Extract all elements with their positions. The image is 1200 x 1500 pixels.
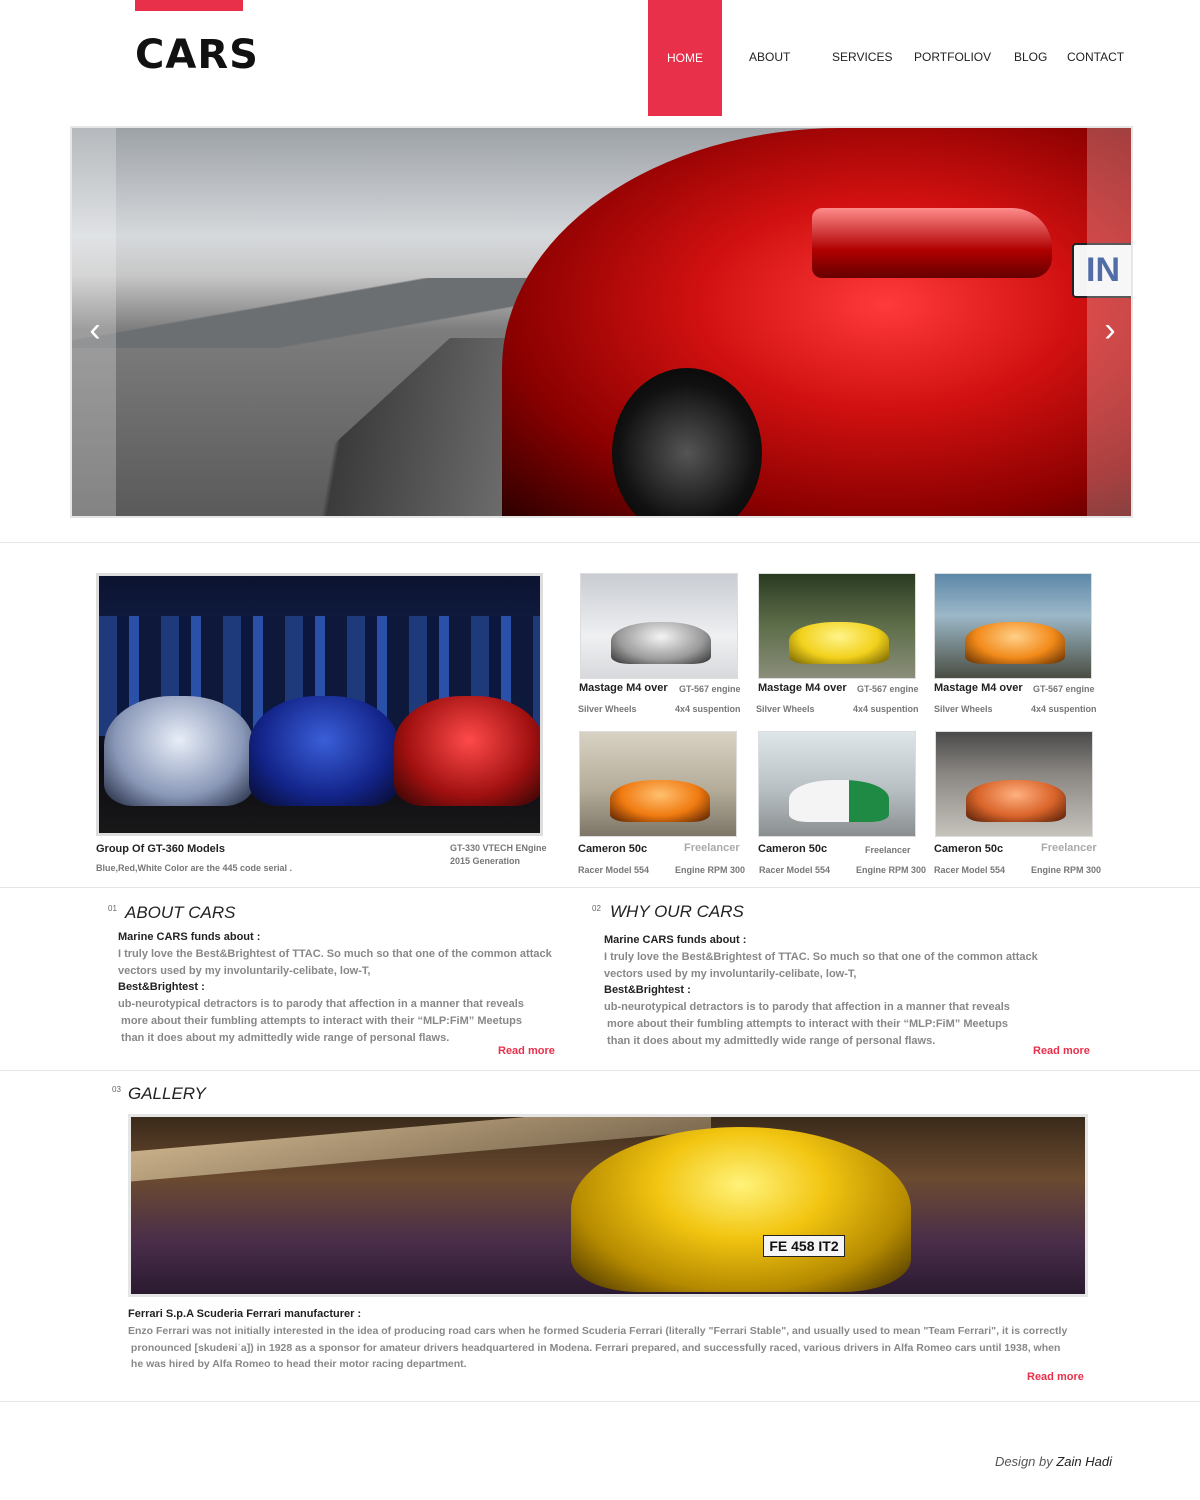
feature-red-car	[394, 696, 540, 806]
hero-slider: IN ‹ ›	[70, 126, 1133, 518]
thumb-suspension: 4x4 suspention	[853, 704, 919, 714]
car-body	[966, 780, 1066, 822]
car-body	[611, 622, 711, 664]
thumb-rpm: Engine RPM 300	[675, 865, 746, 875]
about-line: ub-neurotypical detractors is to parody …	[118, 998, 524, 1010]
feature-blue-car	[249, 696, 399, 806]
thumb-suspension: 4x4 suspention	[1031, 704, 1097, 714]
thumb-model: Racer Model 554	[759, 865, 831, 875]
nav-blog[interactable]: BLOG	[1014, 50, 1047, 64]
gallery-license-plate: FE 458 IT2	[763, 1235, 845, 1257]
thumb-spec: GT-567 engine	[1033, 684, 1095, 694]
why-line: than it does about my admittedly wide ra…	[604, 1035, 936, 1047]
main-nav: HOME ABOUT SERVICES PORTFOLIOV BLOG CONT…	[648, 0, 1128, 116]
footer-prefix: Design by	[994, 1454, 1057, 1469]
gallery-read-more-link[interactable]: Read more	[1027, 1371, 1084, 1383]
logo[interactable]: CARS	[135, 32, 259, 78]
thumb-title: Cameron 50c	[934, 843, 1004, 855]
thumb-role: Freelancer	[1041, 842, 1097, 854]
about-line: than it does about my admittedly wide ra…	[118, 1032, 450, 1044]
thumb-role: Freelancer	[865, 845, 911, 855]
thumb-spec: GT-567 engine	[679, 684, 741, 694]
feature-generation: 2015 Generation	[450, 856, 521, 866]
footer-author[interactable]: Zain Hadi	[1056, 1454, 1112, 1469]
logo-accent-bar	[135, 0, 243, 11]
car-body	[789, 780, 889, 822]
thumb-suspension: 4x4 suspention	[675, 704, 741, 714]
about-line: vectors used by my involuntarily-celibat…	[118, 965, 371, 977]
thumb-card[interactable]	[758, 731, 916, 837]
thumb-title: Mastage M4 over	[579, 682, 668, 694]
nav-portfolio[interactable]: PORTFOLIOV	[914, 50, 991, 64]
car-body	[965, 622, 1065, 664]
divider	[0, 1401, 1200, 1402]
thumb-title: Cameron 50c	[578, 843, 648, 855]
gallery-yellow-car	[571, 1127, 911, 1292]
thumb-wheels: Silver Wheels	[756, 704, 815, 714]
feature-image[interactable]	[96, 573, 543, 836]
gallery-image[interactable]: FE 458 IT2	[128, 1114, 1088, 1297]
thumb-model: Racer Model 554	[578, 865, 650, 875]
thumb-title: Cameron 50c	[758, 843, 828, 855]
section-number: 02	[592, 904, 601, 913]
slider-prev-arrow-icon[interactable]: ‹	[78, 313, 112, 347]
gallery-line: pronounced [skudeʀiˈa]) in 1928 as a spo…	[128, 1342, 1061, 1354]
why-heading: Marine CARS funds about :	[604, 934, 747, 946]
thumb-card[interactable]	[580, 573, 738, 679]
thumb-card[interactable]	[935, 731, 1093, 837]
footer-credit: Design by Zain Hadi	[995, 1454, 1112, 1469]
why-line: I truly love the Best&Brightest of TTAC.…	[604, 951, 1038, 963]
nav-contact[interactable]: CONTACT	[1067, 50, 1124, 64]
why-read-more-link[interactable]: Read more	[1033, 1045, 1090, 1057]
gallery-heading: Ferrari S.p.A Scuderia Ferrari manufactu…	[128, 1308, 362, 1320]
section-title-gallery: GALLERY	[128, 1084, 206, 1103]
about-subheading: Best&Brightest :	[118, 981, 205, 993]
nav-home[interactable]: HOME	[648, 0, 722, 116]
thumb-model: Racer Model 554	[934, 865, 1006, 875]
feature-engine: GT-330 VTECH ENgine	[450, 843, 547, 853]
feature-title: Group Of GT-360 Models	[96, 843, 225, 855]
why-line: vectors used by my involuntarily-celibat…	[604, 968, 857, 980]
gallery-line: he was hired by Alfa Romeo to head their…	[128, 1358, 467, 1370]
hero-tail-light	[812, 208, 1052, 278]
divider	[0, 1070, 1200, 1071]
car-body	[610, 780, 710, 822]
thumb-card[interactable]	[934, 573, 1092, 679]
divider	[0, 542, 1200, 543]
section-number: 01	[108, 904, 117, 913]
why-line: more about their fumbling attempts to in…	[604, 1018, 1008, 1030]
section-title-about: ABOUT CARS	[125, 903, 236, 922]
thumb-title: Mastage M4 over	[934, 682, 1023, 694]
why-subheading: Best&Brightest :	[604, 984, 691, 996]
about-line: more about their fumbling attempts to in…	[118, 1015, 522, 1027]
hero-red-car	[502, 128, 1131, 516]
about-heading: Marine CARS funds about :	[118, 931, 261, 943]
about-line: I truly love the Best&Brightest of TTAC.…	[118, 948, 552, 960]
thumb-spec: GT-567 engine	[857, 684, 919, 694]
slider-next-arrow-icon[interactable]: ›	[1093, 313, 1127, 347]
feature-subtitle: Blue,Red,White Color are the 445 code se…	[96, 863, 293, 873]
thumb-title: Mastage M4 over	[758, 682, 847, 694]
thumb-role: Freelancer	[684, 842, 740, 854]
thumb-card[interactable]	[758, 573, 916, 679]
why-line: ub-neurotypical detractors is to parody …	[604, 1001, 1010, 1013]
section-title-why: WHY OUR CARS	[610, 902, 744, 921]
car-body	[789, 622, 889, 664]
thumb-rpm: Engine RPM 300	[1031, 865, 1102, 875]
thumb-wheels: Silver Wheels	[578, 704, 637, 714]
page: CARS HOME ABOUT SERVICES PORTFOLIOV BLOG…	[0, 0, 1200, 1500]
feature-white-car	[104, 696, 254, 806]
thumb-rpm: Engine RPM 300	[856, 865, 927, 875]
nav-services[interactable]: SERVICES	[832, 50, 892, 64]
thumb-wheels: Silver Wheels	[934, 704, 993, 714]
about-read-more-link[interactable]: Read more	[498, 1045, 555, 1057]
divider	[0, 887, 1200, 888]
section-number: 03	[112, 1085, 121, 1094]
thumb-card[interactable]	[579, 731, 737, 837]
nav-about[interactable]: ABOUT	[749, 50, 790, 64]
gallery-line: Enzo Ferrari was not initially intereste…	[128, 1325, 1068, 1337]
